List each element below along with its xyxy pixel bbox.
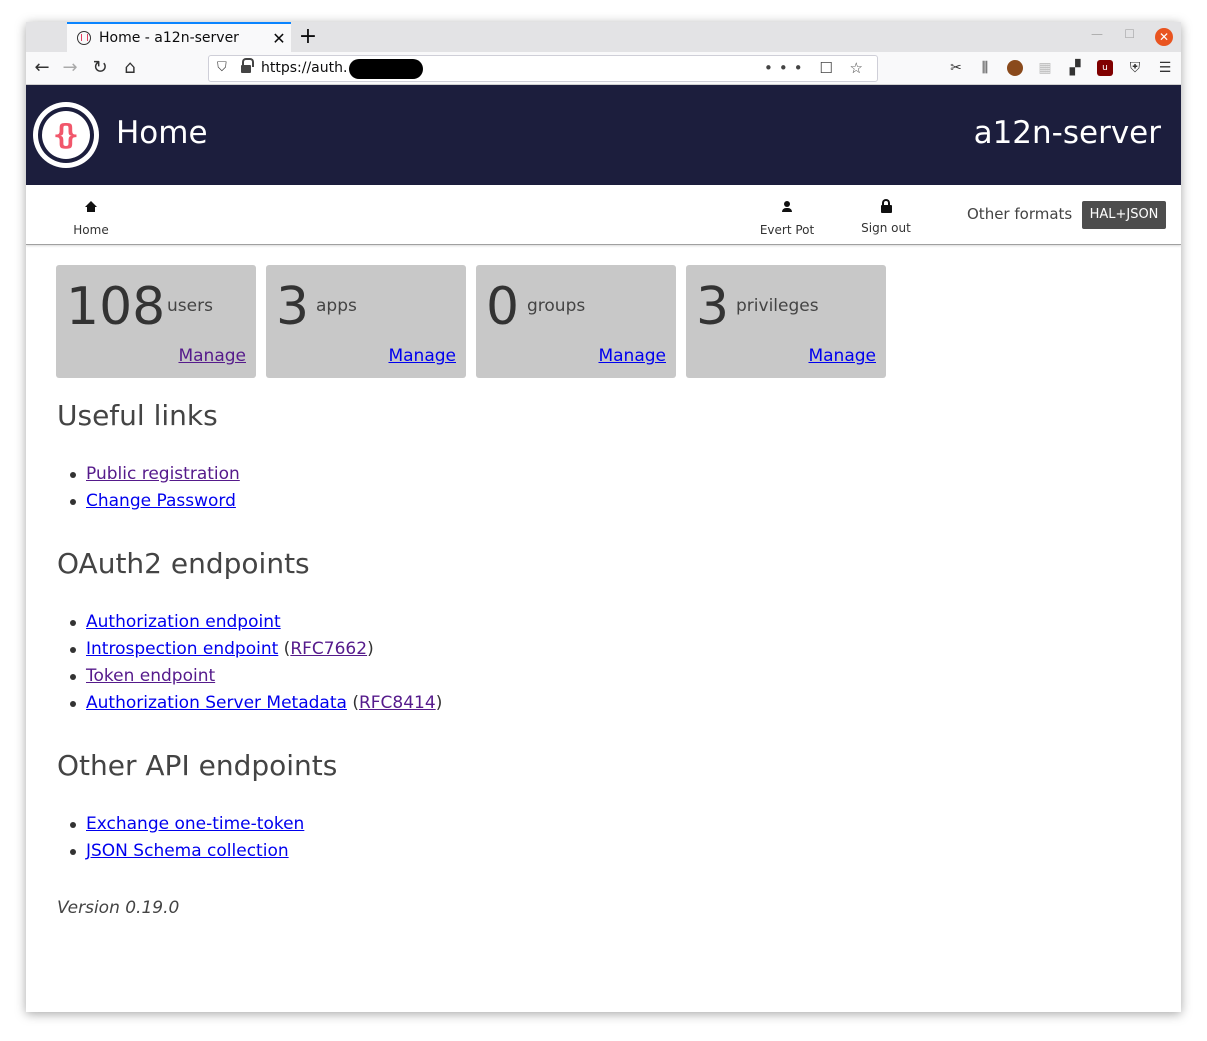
tab-close-icon[interactable]: ✕ [267,29,291,48]
reload-icon[interactable]: ↻ [88,56,112,80]
other-formats-label: Other formats [967,205,1073,223]
stat-count: 108 [66,277,166,337]
version-text: Version 0.19.0 [57,898,180,918]
url-text: https://auth. [261,60,348,76]
lock-icon [846,199,926,215]
nav-signout[interactable]: Sign out [846,199,926,235]
token-endpoint-link[interactable]: Token endpoint [86,666,215,686]
manage-users-link[interactable]: Manage [178,346,246,366]
screenshot-icon[interactable]: ✂ [948,60,964,76]
page-title: Home [116,115,208,151]
nav-home[interactable]: Home [51,199,131,237]
url-redaction [349,59,423,79]
extension-avatar-icon[interactable] [1007,60,1023,76]
stat-label: privileges [736,296,819,316]
home-icon [51,201,131,217]
page-content: { } Home a12n-server Home Evert Pot Sign… [26,85,1181,1012]
list-item: JSON Schema collection [69,838,304,865]
user-icon [747,201,827,217]
nav-signout-label: Sign out [861,221,911,235]
manage-groups-link[interactable]: Manage [598,346,666,366]
list-item: Authorization endpoint [69,609,442,636]
public-registration-link[interactable]: Public registration [86,464,240,484]
page-actions[interactable]: ••• ☐ ☆ [764,59,869,77]
manage-privileges-link[interactable]: Manage [808,346,876,366]
list-item: Authorization Server Metadata (RFC8414) [69,690,442,717]
json-schema-link[interactable]: JSON Schema collection [86,841,289,861]
stat-card-privileges: 3 privileges Manage [686,265,886,378]
maximize-icon[interactable]: ☐ [1124,27,1135,41]
tracking-shield-icon[interactable]: ⛉ [217,60,227,75]
other-api-list: Exchange one-time-token JSON Schema coll… [69,811,304,865]
app-brand: a12n-server [973,115,1161,151]
bitwarden-icon[interactable]: ⛨ [1127,60,1143,76]
stat-count: 3 [696,277,730,337]
list-item: Public registration [70,461,240,488]
window-close-icon[interactable]: ✕ [1155,28,1173,46]
useful-links-list: Public registration Change Password [70,461,240,515]
stat-count: 0 [486,277,520,337]
server-metadata-link[interactable]: Authorization Server Metadata [86,693,347,713]
stat-card-groups: 0 groups Manage [476,265,676,378]
forward-icon[interactable]: → [58,56,82,80]
lock-icon[interactable] [241,58,254,74]
nav-home-label: Home [73,223,109,237]
rfc8414-link[interactable]: RFC8414 [359,693,436,713]
extension-blocks-icon[interactable]: ▞ [1067,60,1083,76]
introspection-endpoint-link[interactable]: Introspection endpoint [86,639,278,659]
address-bar[interactable]: ⛉ https://auth. ••• ☐ ☆ [208,55,878,82]
stat-label: apps [316,296,357,316]
home-icon[interactable]: ⌂ [118,56,142,80]
nav-user-label: Evert Pot [759,223,815,237]
library-icon[interactable]: ⫼ [977,60,993,76]
tab-title: Home - a12n-server [99,30,239,46]
minimize-icon[interactable]: — [1091,27,1103,41]
stat-card-apps: 3 apps Manage [266,265,466,378]
menu-icon[interactable]: ☰ [1157,60,1173,76]
stat-card-users: 108 users Manage [56,265,256,378]
browser-toolbar: ← → ↻ ⌂ ⛉ https://auth. ••• ☐ ☆ ✂ ⫼ ▦ ▞ … [26,52,1181,85]
manage-apps-link[interactable]: Manage [388,346,456,366]
ublock-icon[interactable]: u [1097,60,1113,76]
list-item: Token endpoint [69,663,442,690]
oauth2-heading: OAuth2 endpoints [57,547,310,580]
other-api-heading: Other API endpoints [57,749,338,782]
hal-json-button[interactable]: HAL+JSON [1082,201,1166,229]
site-favicon-icon [77,31,91,45]
logo-brace-right-icon: } [62,118,79,151]
authorization-endpoint-link[interactable]: Authorization endpoint [86,612,281,632]
list-item: Introspection endpoint (RFC7662) [69,636,442,663]
new-tab-button[interactable]: + [296,24,320,50]
browser-window: Home - a12n-server ✕ + — ☐ ✕ ← → ↻ ⌂ ⛉ h… [26,22,1181,1012]
change-password-link[interactable]: Change Password [86,491,236,511]
exchange-token-link[interactable]: Exchange one-time-token [86,814,304,834]
list-item: Change Password [70,488,240,515]
main-nav: Home Evert Pot Sign out Other formats HA… [26,185,1181,245]
nav-user[interactable]: Evert Pot [747,199,827,237]
back-icon[interactable]: ← [30,56,54,80]
stat-label: groups [527,296,586,316]
app-logo[interactable]: { } [33,102,99,168]
tab-strip: Home - a12n-server ✕ + — ☐ ✕ [26,22,1181,52]
app-header: { } Home a12n-server [26,85,1181,185]
oauth2-list: Authorization endpoint Introspection end… [69,609,442,717]
browser-tab[interactable]: Home - a12n-server ✕ [67,22,291,52]
extension-grid-icon[interactable]: ▦ [1037,60,1053,76]
list-item: Exchange one-time-token [69,811,304,838]
stat-label: users [167,296,213,316]
stat-count: 3 [276,277,310,337]
useful-links-heading: Useful links [57,399,218,432]
rfc7662-link[interactable]: RFC7662 [290,639,367,659]
